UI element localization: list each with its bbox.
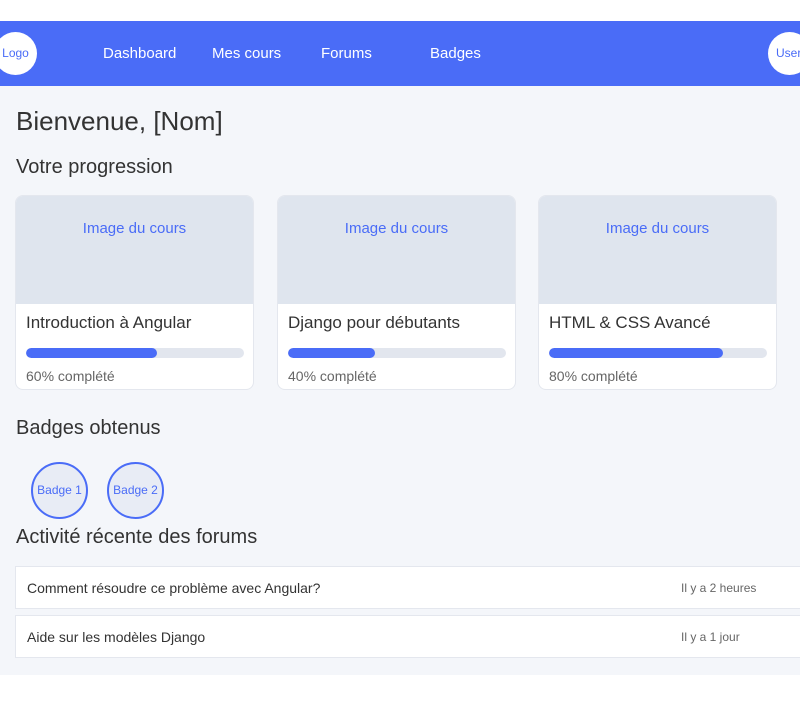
logo[interactable]: Logo (0, 32, 37, 75)
progress-bar (549, 348, 767, 358)
course-card[interactable]: Image du cours Introduction à Angular 60… (15, 195, 254, 390)
progress-heading: Votre progression (16, 156, 173, 178)
course-image: Image du cours (16, 196, 253, 304)
nav-link-mes-cours[interactable]: Mes cours (212, 21, 281, 86)
progress-text: 60% complété (26, 368, 115, 384)
nav-link-forums[interactable]: Forums (321, 21, 372, 86)
progress-fill (288, 348, 376, 358)
forum-item[interactable]: Comment résoudre ce problème avec Angula… (15, 566, 800, 609)
forum-item-title: Aide sur les modèles Django (27, 629, 206, 645)
nav-link-badges[interactable]: Badges (430, 21, 481, 86)
forum-item-time: Il y a 1 jour (681, 630, 740, 644)
badge: Badge 2 (107, 462, 164, 519)
welcome-heading: Bienvenue, [Nom] (16, 106, 223, 136)
course-card[interactable]: Image du cours HTML & CSS Avancé 80% com… (538, 195, 777, 390)
badges-heading: Badges obtenus (16, 417, 161, 439)
course-image: Image du cours (278, 196, 515, 304)
progress-text: 40% complété (288, 368, 377, 384)
progress-text: 80% complété (549, 368, 638, 384)
forums-heading: Activité récente des forums (16, 526, 258, 548)
progress-fill (26, 348, 157, 358)
forum-item-time: Il y a 2 heures (681, 581, 757, 595)
forum-item[interactable]: Aide sur les modèles Django Il y a 1 jou… (15, 615, 800, 658)
main-content: Bienvenue, [Nom] Votre progression Image… (0, 86, 800, 675)
user-avatar[interactable]: User (768, 32, 800, 75)
page: Logo Dashboard Mes cours Forums Badges U… (0, 0, 800, 709)
forum-item-title: Comment résoudre ce problème avec Angula… (27, 580, 321, 596)
progress-bar (26, 348, 244, 358)
course-image: Image du cours (539, 196, 776, 304)
navbar: Logo Dashboard Mes cours Forums Badges U… (0, 21, 800, 86)
nav-link-dashboard[interactable]: Dashboard (103, 21, 176, 86)
course-title: Introduction à Angular (26, 313, 192, 332)
course-title: HTML & CSS Avancé (549, 313, 711, 332)
course-card[interactable]: Image du cours Django pour débutants 40%… (277, 195, 516, 390)
badge: Badge 1 (31, 462, 88, 519)
course-title: Django pour débutants (288, 313, 461, 332)
progress-bar (288, 348, 506, 358)
progress-fill (549, 348, 724, 358)
